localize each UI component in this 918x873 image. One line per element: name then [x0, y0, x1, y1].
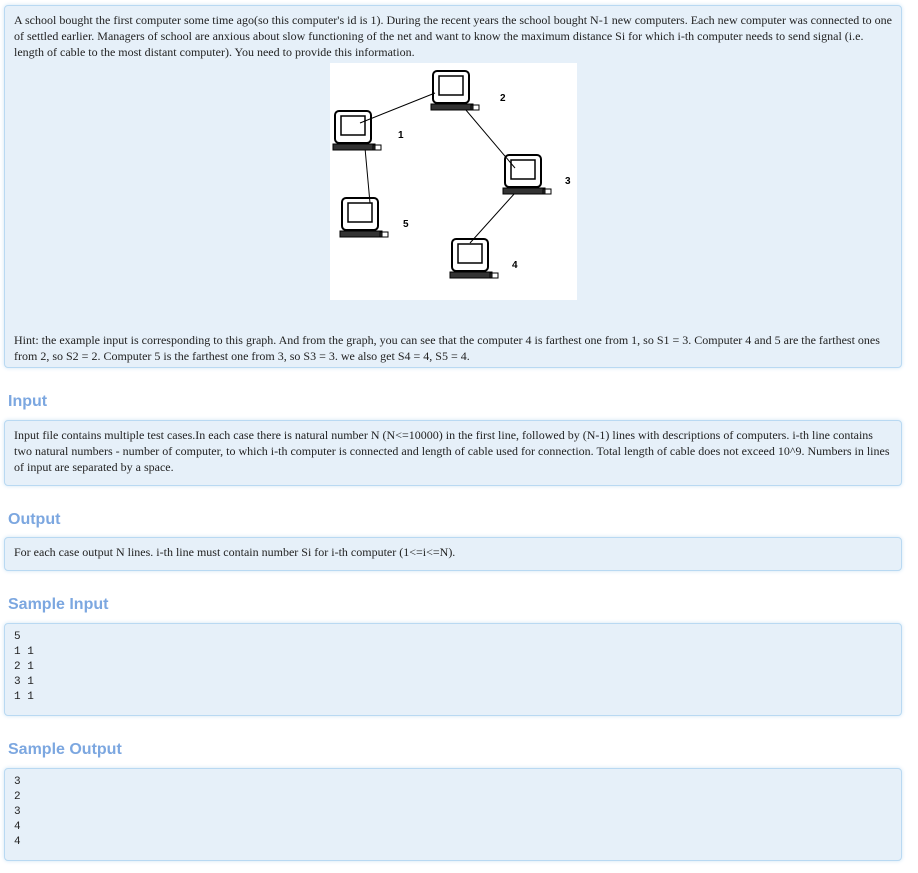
- output-panel: For each case output N lines. i-th line …: [4, 537, 902, 571]
- computer-icon: [339, 197, 388, 238]
- node-label-2: 2: [500, 93, 506, 104]
- computer-icon: [332, 110, 381, 151]
- computer-icon: [449, 238, 498, 279]
- network-graph-figure: 1 2 3 4 5: [329, 63, 577, 300]
- hint-text: Hint: the example input is corresponding…: [14, 333, 880, 363]
- node-label-5: 5: [403, 219, 409, 230]
- node-label-1: 1: [398, 130, 404, 141]
- sample-input-heading: Sample Input: [8, 596, 109, 613]
- sample-input-panel: 5 1 1 2 1 3 1 1 1: [4, 623, 902, 716]
- input-panel: Input file contains multiple test cases.…: [4, 420, 902, 486]
- node-label-4: 4: [512, 260, 518, 271]
- sample-output-panel: 3 2 3 4 4: [4, 768, 902, 861]
- node-label-3: 3: [565, 176, 571, 187]
- input-text: Input file contains multiple test cases.…: [14, 428, 890, 474]
- input-heading: Input: [8, 393, 48, 410]
- output-heading: Output: [8, 511, 61, 528]
- computer-icon: [502, 154, 551, 195]
- sample-output-heading: Sample Output: [8, 741, 122, 758]
- sample-input-text: 5 1 1 2 1 3 1 1 1: [14, 631, 34, 703]
- description-text: A school bought the first computer some …: [14, 13, 892, 59]
- computer-icon: [430, 70, 479, 111]
- output-text: For each case output N lines. i-th line …: [14, 545, 456, 559]
- sample-output-text: 3 2 3 4 4: [14, 776, 21, 848]
- description-panel: A school bought the first computer some …: [4, 5, 902, 368]
